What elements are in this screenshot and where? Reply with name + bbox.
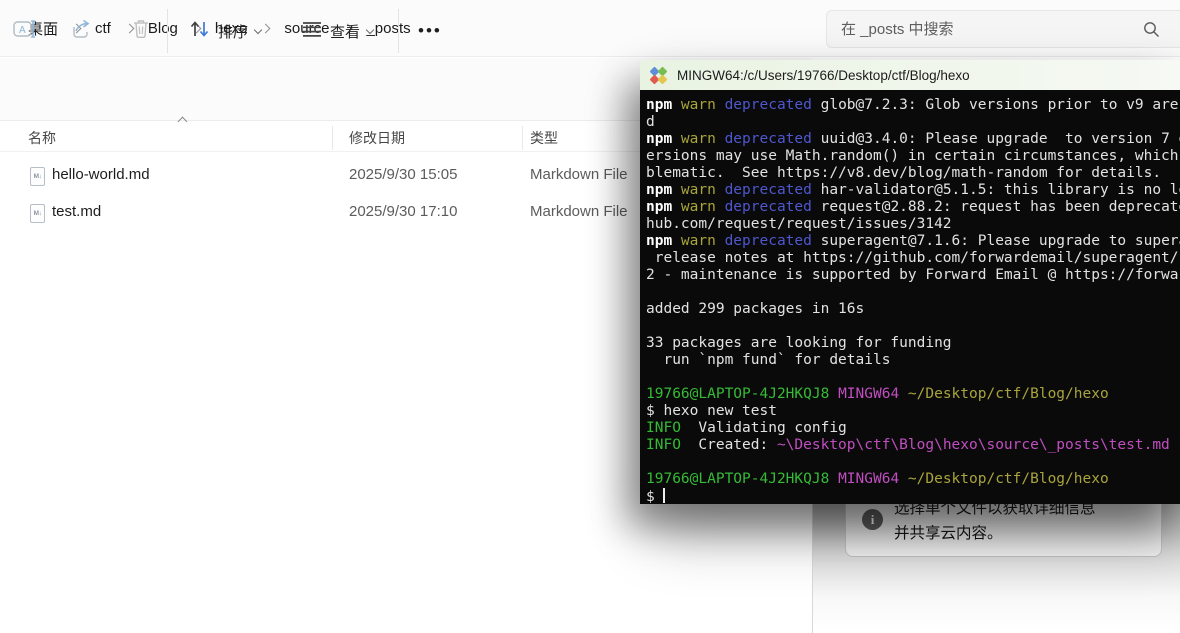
chevron-down-icon — [253, 25, 263, 34]
terminal-output[interactable]: npm warn deprecated glob@7.2.3: Glob ver… — [640, 90, 1180, 504]
sort-button-label: 排序 — [218, 23, 249, 41]
column-header-modified[interactable]: 修改日期 — [349, 128, 405, 148]
details-hint-line2: 并共享云内容。 — [894, 524, 1003, 542]
share-icon — [70, 18, 94, 45]
mingw-icon — [649, 66, 668, 84]
rename-button[interactable]: A — [4, 12, 46, 50]
share-button[interactable] — [62, 12, 102, 50]
terminal-title: MINGW64:/c/Users/19766/Desktop/ctf/Blog/… — [677, 67, 970, 83]
toolbar-separator — [398, 9, 399, 53]
sort-icon — [189, 19, 211, 44]
search-box[interactable] — [826, 10, 1180, 48]
chevron-down-icon — [365, 25, 375, 34]
more-options-button[interactable]: ••• — [410, 12, 450, 50]
file-modified-date: 2025/9/30 17:10 — [349, 203, 458, 220]
view-button[interactable]: 查看 — [293, 12, 381, 50]
markdown-file-icon: M↓ — [30, 167, 45, 186]
file-type: Markdown File — [530, 203, 628, 220]
info-icon: i — [862, 509, 883, 530]
column-divider[interactable] — [522, 126, 523, 150]
file-modified-date: 2025/9/30 15:05 — [349, 166, 458, 183]
column-divider[interactable] — [332, 126, 333, 150]
trash-icon — [130, 18, 152, 45]
file-explorer-window: 桌面 ctf Blog hexo source _posts A — [0, 0, 1180, 633]
column-header-name[interactable]: 名称 — [28, 128, 56, 148]
view-button-label: 查看 — [330, 23, 361, 41]
ellipsis-icon: ••• — [418, 21, 442, 40]
toolbar-separator — [167, 9, 168, 53]
file-name: test.md — [52, 203, 102, 220]
view-icon — [301, 19, 323, 44]
terminal-window: MINGW64:/c/Users/19766/Desktop/ctf/Blog/… — [640, 60, 1180, 504]
rename-icon: A — [12, 18, 38, 45]
file-name: hello-world.md — [52, 166, 150, 183]
search-icon[interactable] — [1143, 21, 1160, 43]
file-type: Markdown File — [530, 166, 628, 183]
sort-button[interactable]: 排序 — [181, 12, 269, 50]
terminal-titlebar[interactable]: MINGW64:/c/Users/19766/Desktop/ctf/Blog/… — [640, 60, 1180, 90]
search-input[interactable] — [841, 11, 1121, 47]
svg-text:A: A — [19, 25, 26, 36]
delete-button[interactable] — [122, 12, 160, 50]
markdown-file-icon: M↓ — [30, 204, 45, 223]
column-header-type[interactable]: 类型 — [530, 128, 558, 148]
terminal-cursor — [663, 488, 666, 503]
